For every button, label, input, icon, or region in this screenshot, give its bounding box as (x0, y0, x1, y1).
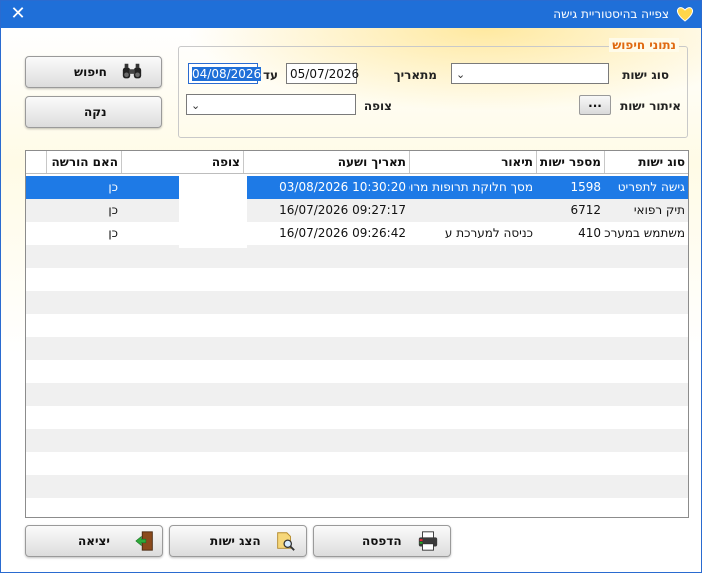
clear-button-label: נקה (84, 105, 107, 119)
column-header-entity-number[interactable]: מספר ישות (536, 151, 604, 173)
viewer-select[interactable]: ⌄ (186, 94, 356, 115)
chevron-down-icon: ⌄ (191, 99, 201, 112)
chevron-down-icon: ⌄ (456, 68, 466, 81)
search-button-label: חיפוש (74, 65, 107, 79)
access-history-table[interactable]: סוג ישות מספר ישות תיאור תאריך ושעה צופה… (25, 150, 689, 518)
door-exit-icon (135, 531, 153, 551)
print-button[interactable]: הדפסה (313, 525, 451, 557)
cell-entity-number: 410 (578, 226, 601, 240)
cell-entity-number: 6712 (570, 203, 601, 217)
from-date-field[interactable]: 05/07/2026 (286, 63, 360, 84)
entity-type-label: סוג ישות (622, 68, 669, 82)
cell-allowed: כן (108, 180, 118, 194)
cell-entity-type: תיק רפואי (633, 203, 685, 217)
column-header-allowed[interactable]: האם הורשה (46, 151, 121, 173)
column-header-description[interactable]: תיאור (409, 151, 536, 173)
printer-icon (418, 531, 438, 551)
from-date-value: 05/07/2026 (290, 67, 360, 81)
column-header-viewer[interactable]: צופה (121, 151, 243, 173)
search-criteria-group: נתוני חיפוש סוג ישות ⌄ מתאריך 05/07/2026… (178, 38, 688, 138)
locate-entity-button[interactable]: ... (579, 95, 611, 115)
print-button-label: הדפסה (362, 534, 402, 548)
cell-allowed: כן (108, 226, 118, 240)
cell-allowed: כן (108, 203, 118, 217)
cell-entity-type: גישה לתפריט (617, 180, 685, 194)
viewer-redaction (179, 176, 247, 248)
exit-button-label: יציאה (78, 534, 110, 548)
locate-entity-label: איתור ישות (620, 99, 681, 113)
table-row[interactable]: משתמש במערכת 410 כניסה למערכת ע"י 16/07/… (26, 222, 688, 245)
window-title: צפייה בהיסטוריית גישה (553, 7, 669, 21)
close-button[interactable]: ✕ (8, 4, 28, 24)
table-header: סוג ישות מספר ישות תיאור תאריך ושעה צופה… (26, 151, 688, 174)
cell-description: מסך חלוקת תרופות מרוכז (409, 180, 533, 194)
client-area: חיפוש נקה נתוני חיפוש סוג ישות ⌄ מתאריך … (1, 28, 701, 572)
column-header-datetime[interactable]: תאריך ושעה (243, 151, 409, 173)
folder-magnifier-icon (277, 532, 295, 551)
to-date-label: עד (262, 68, 278, 82)
column-header-entity-type[interactable]: סוג ישות (604, 151, 688, 173)
from-date-label: מתאריך (393, 68, 437, 82)
clear-button[interactable]: נקה (25, 96, 162, 128)
row-header-corner (26, 151, 46, 173)
search-group-title: נתוני חיפוש (609, 38, 679, 52)
binoculars-icon (122, 63, 142, 79)
cell-description (409, 199, 536, 221)
cell-datetime: 03/08/2026 10:30:20 (279, 180, 406, 194)
show-entity-button-label: הצג ישות (210, 534, 261, 548)
viewer-label: צופה (363, 99, 392, 113)
cell-datetime: 16/07/2026 09:26:42 (279, 226, 406, 240)
title-bar: ✕ צפייה בהיסטוריית גישה (1, 1, 701, 28)
table-row[interactable]: גישה לתפריט 1598 מסך חלוקת תרופות מרוכז … (26, 176, 688, 199)
access-history-window: ✕ צפייה בהיסטוריית גישה חיפוש נקה נתוני (0, 0, 702, 573)
cell-datetime: 16/07/2026 09:27:17 (279, 203, 406, 217)
show-entity-button[interactable]: הצג ישות (169, 525, 307, 557)
to-date-field[interactable]: 04/08/2026 (188, 63, 262, 84)
table-row[interactable]: תיק רפואי 6712 16/07/2026 09:27:17 כן (26, 199, 688, 222)
entity-type-select[interactable]: ⌄ (451, 63, 609, 84)
locate-entity-button-label: ... (588, 96, 602, 110)
cell-entity-type: משתמש במערכת (604, 226, 685, 240)
exit-button[interactable]: יציאה (25, 525, 163, 557)
heart-logo-icon (676, 7, 694, 22)
description-redaction (414, 228, 444, 242)
to-date-value: 04/08/2026 (192, 67, 262, 81)
cell-entity-number: 1598 (570, 180, 601, 194)
search-button[interactable]: חיפוש (25, 56, 162, 88)
